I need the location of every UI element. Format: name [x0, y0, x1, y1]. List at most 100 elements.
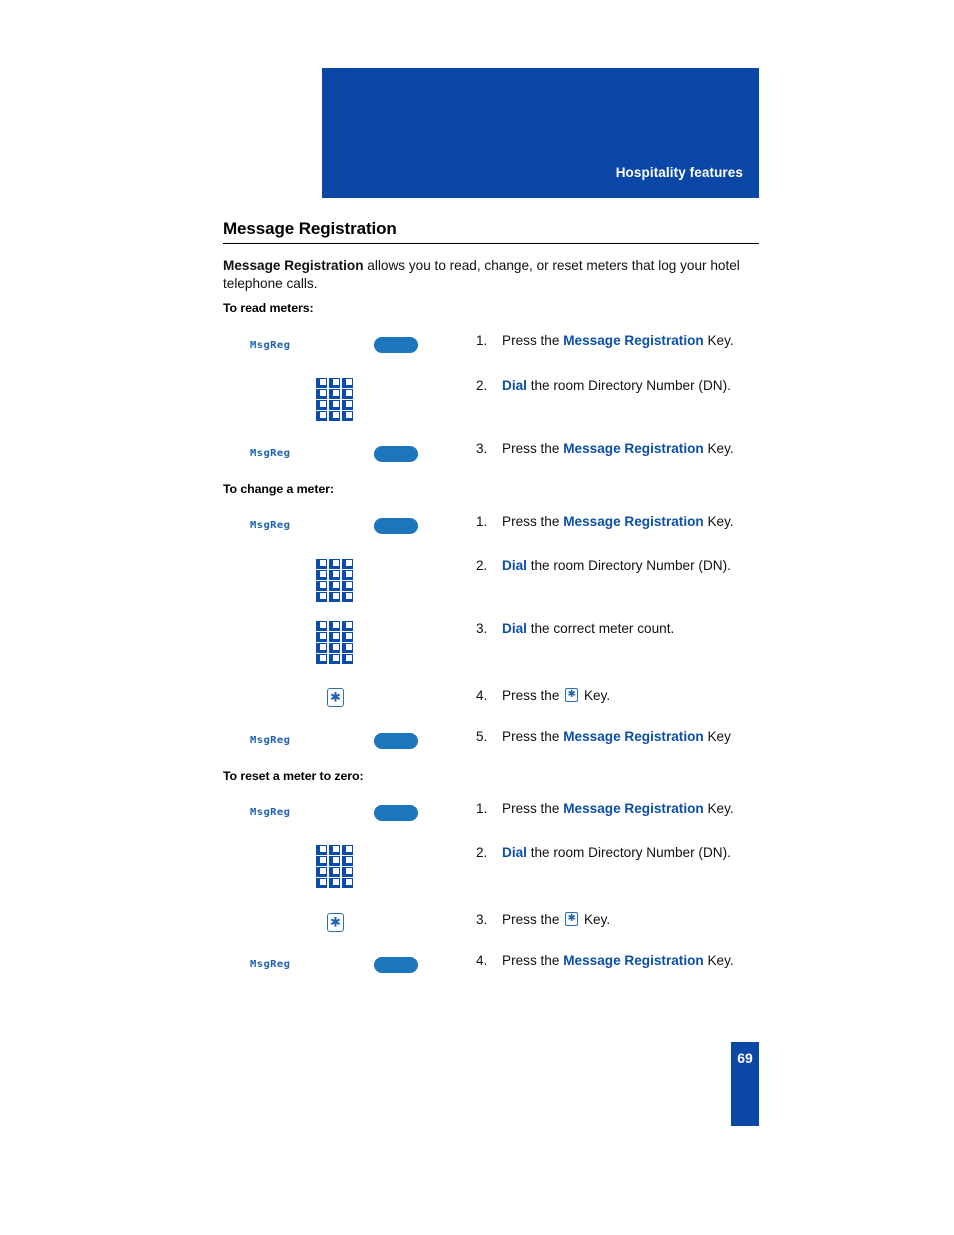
step-text-post: Key.: [703, 514, 734, 529]
dialpad-key[interactable]: [342, 559, 353, 569]
step-highlight: Dial: [502, 378, 527, 393]
step-highlight: Dial: [502, 558, 527, 573]
dialpad-key[interactable]: [316, 878, 327, 888]
step-highlight: Message Registration: [563, 729, 704, 744]
step-highlight: Message Registration: [563, 441, 704, 456]
step-text-pre: Press the: [502, 912, 564, 927]
dialpad-icon[interactable]: [316, 378, 360, 428]
dialpad-key[interactable]: [316, 389, 327, 399]
dialpad-key[interactable]: [342, 400, 353, 410]
star-key-icon[interactable]: ✱: [327, 688, 344, 707]
dialpad-key[interactable]: [316, 400, 327, 410]
dialpad-key[interactable]: [342, 581, 353, 591]
lcd-label-msgreg: MsgReg: [250, 734, 291, 746]
step-read-3: 3. Press the Message Registration Key.: [476, 441, 776, 456]
step-number: 5.: [476, 729, 488, 744]
dialpad-key[interactable]: [329, 559, 340, 569]
asterisk-icon: ✱: [567, 913, 576, 924]
lcd-label-msgreg: MsgReg: [250, 806, 291, 818]
dialpad-key[interactable]: [329, 592, 340, 602]
dialpad-key[interactable]: [329, 411, 340, 421]
dialpad-key[interactable]: [316, 581, 327, 591]
softkey-button-icon[interactable]: [374, 446, 418, 462]
dialpad-key[interactable]: [316, 378, 327, 388]
dialpad-key[interactable]: [342, 378, 353, 388]
step-change-1: 1. Press the Message Registration Key.: [476, 514, 776, 529]
dialpad-key[interactable]: [329, 400, 340, 410]
softkey-button-icon[interactable]: [374, 337, 418, 353]
step-number: 2.: [476, 378, 488, 393]
step-number: 1.: [476, 514, 488, 529]
dialpad-key[interactable]: [316, 559, 327, 569]
lcd-label-msgreg: MsgReg: [250, 519, 291, 531]
dialpad-key[interactable]: [316, 411, 327, 421]
softkey-button-icon[interactable]: [374, 733, 418, 749]
dialpad-key[interactable]: [316, 643, 327, 653]
dialpad-key[interactable]: [316, 845, 327, 855]
dialpad-key[interactable]: [342, 592, 353, 602]
step-text-post: the room Directory Number (DN).: [526, 378, 731, 393]
asterisk-icon: ✱: [567, 689, 576, 700]
star-key-inline-icon[interactable]: ✱: [565, 688, 579, 702]
dialpad-key[interactable]: [316, 632, 327, 642]
step-text-post: Key.: [703, 441, 734, 456]
dialpad-key[interactable]: [342, 654, 353, 664]
dialpad-key[interactable]: [329, 389, 340, 399]
dialpad-key[interactable]: [316, 867, 327, 877]
dialpad-key[interactable]: [316, 570, 327, 580]
dialpad-key[interactable]: [329, 643, 340, 653]
dialpad-key[interactable]: [316, 856, 327, 866]
dialpad-key[interactable]: [329, 378, 340, 388]
dialpad-icon[interactable]: [316, 559, 360, 609]
dialpad-icon[interactable]: [316, 845, 360, 895]
step-change-5: 5. Press the Message Registration Key: [476, 729, 776, 744]
dialpad-key[interactable]: [329, 632, 340, 642]
dialpad-key[interactable]: [342, 643, 353, 653]
dialpad-key[interactable]: [342, 632, 353, 642]
dialpad-key[interactable]: [316, 592, 327, 602]
step-highlight: Message Registration: [563, 801, 704, 816]
dialpad-key[interactable]: [342, 621, 353, 631]
dialpad-key[interactable]: [329, 856, 340, 866]
step-number: 4.: [476, 688, 488, 703]
step-text-pre: Press the: [502, 729, 564, 744]
softkey-button-icon[interactable]: [374, 957, 418, 973]
step-text-post: Key.: [703, 333, 734, 348]
step-number: 2.: [476, 558, 488, 573]
star-key-inline-icon[interactable]: ✱: [565, 912, 579, 926]
softkey-button-icon[interactable]: [374, 518, 418, 534]
dialpad-key[interactable]: [329, 878, 340, 888]
dialpad-key[interactable]: [329, 581, 340, 591]
dialpad-key[interactable]: [342, 389, 353, 399]
dialpad-key[interactable]: [342, 570, 353, 580]
dialpad-key[interactable]: [316, 621, 327, 631]
dialpad-key[interactable]: [342, 411, 353, 421]
softkey-button-icon[interactable]: [374, 805, 418, 821]
section-title-reset-meter: To reset a meter to zero:: [223, 769, 364, 783]
header-title: Hospitality features: [615, 165, 743, 180]
step-highlight: Dial: [502, 845, 527, 860]
dialpad-key[interactable]: [329, 570, 340, 580]
dialpad-key[interactable]: [342, 878, 353, 888]
step-number: 1.: [476, 801, 488, 816]
dialpad-key[interactable]: [329, 654, 340, 664]
step-number: 2.: [476, 845, 488, 860]
dialpad-key[interactable]: [342, 845, 353, 855]
step-text-post: Key.: [580, 912, 611, 927]
intro-paragraph: Message Registration allows you to read,…: [223, 257, 768, 293]
dialpad-key[interactable]: [329, 845, 340, 855]
step-text-pre: Press the: [502, 801, 564, 816]
step-reset-1: 1. Press the Message Registration Key.: [476, 801, 776, 816]
step-change-2: 2. Dial the room Directory Number (DN).: [476, 558, 776, 573]
dialpad-key[interactable]: [329, 867, 340, 877]
dialpad-key[interactable]: [316, 654, 327, 664]
asterisk-icon: ✱: [330, 915, 341, 930]
dialpad-key[interactable]: [329, 621, 340, 631]
star-key-icon[interactable]: ✱: [327, 913, 344, 932]
dialpad-key[interactable]: [342, 856, 353, 866]
intro-bold-lead: Message Registration: [223, 258, 364, 273]
step-reset-3: 3. Press the ✱ Key.: [476, 912, 776, 927]
step-number: 3.: [476, 912, 488, 927]
dialpad-icon[interactable]: [316, 621, 360, 671]
dialpad-key[interactable]: [342, 867, 353, 877]
